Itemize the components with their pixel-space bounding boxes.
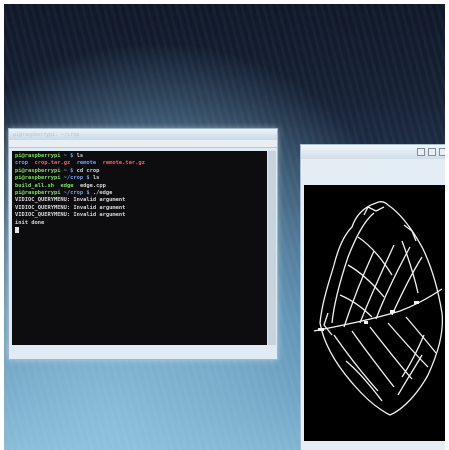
file-entry: remote.tar.gz: [102, 160, 145, 167]
leaf-outline: [319, 201, 444, 416]
terminal-title: pi@raspberrypi: ~/crop: [13, 131, 80, 138]
prompt-user: pi@raspberrypi: [15, 190, 61, 197]
file-entry: build_all.sh: [15, 182, 54, 189]
edge-fragment: [318, 328, 324, 331]
terminal-line: pi@raspberrypi ~ $ ls: [15, 153, 264, 160]
vein: [333, 334, 379, 392]
image-window[interactable]: [300, 144, 445, 450]
maximize-icon[interactable]: [428, 148, 436, 156]
terminal-menubar[interactable]: [9, 140, 277, 148]
terminal-line: pi@raspberrypi ~/crop $ ./edge: [15, 190, 264, 197]
file-entry: edge: [60, 182, 74, 189]
prompt-user: pi@raspberrypi: [15, 153, 61, 159]
terminal-output[interactable]: pi@raspberrypi ~ $ ls crop crop.tar.gz re…: [12, 151, 267, 345]
output-text: VIDIOC_QUERYMENU: Invalid argument: [15, 204, 126, 211]
terminal-window[interactable]: pi@raspberrypi: ~/crop pi@raspberrypi ~ …: [8, 128, 278, 360]
terminal-line: pi@raspberrypi ~/crop $ ls: [15, 175, 264, 182]
terminal-line: init done: [15, 220, 264, 227]
terminal-line: [15, 227, 264, 235]
output-text: init done: [15, 219, 45, 226]
prompt-user: pi@raspberrypi: [15, 175, 61, 182]
cursor-icon: [15, 227, 19, 234]
prompt-path: ~ $: [60, 167, 74, 174]
vein: [387, 322, 429, 368]
terminal-line: VIDIOC_QUERYMENU: Invalid argument: [15, 205, 264, 212]
terminal-line: pi@raspberrypi ~ $ cd crop: [15, 168, 264, 175]
output-text: VIDIOC_QUERYMENU: Invalid argument: [15, 212, 126, 219]
vein: [357, 236, 393, 276]
edge-fragment: [390, 310, 395, 313]
terminal-line: VIDIOC_QUERYMENU: Invalid argument: [15, 212, 264, 219]
file-entry: remote: [76, 160, 97, 167]
vein: [351, 330, 395, 388]
image-window-titlebar[interactable]: [301, 145, 445, 159]
edge-leaf-drawing: [313, 201, 444, 416]
vein: [391, 256, 423, 316]
terminal-titlebar[interactable]: pi@raspberrypi: ~/crop: [9, 129, 277, 140]
prompt-path: ~ $: [60, 153, 74, 159]
terminal-line: crop crop.tar.gz remote remote.tar.gz: [15, 160, 264, 167]
monitor-screen: pi@raspberrypi: ~/crop pi@raspberrypi ~ …: [4, 4, 445, 450]
terminal-scrollbar[interactable]: [268, 151, 276, 345]
edge-fragment: [364, 321, 368, 324]
vein: [323, 312, 333, 336]
minimize-icon[interactable]: [417, 148, 425, 156]
prompt-command: ls: [73, 153, 84, 159]
prompt-command: cd crop: [73, 167, 100, 174]
vein: [375, 246, 411, 320]
file-entry: edge.cpp: [79, 182, 106, 189]
edge-fragment: [414, 301, 419, 304]
vein: [343, 250, 375, 328]
output-text: VIDIOC_QUERYMENU: Invalid argument: [15, 197, 126, 204]
close-icon[interactable]: [439, 148, 445, 156]
prompt-user: pi@raspberrypi: [15, 167, 61, 174]
file-entry: crop.tar.gz: [34, 160, 71, 167]
terminal-line: VIDIOC_QUERYMENU: Invalid argument: [15, 197, 264, 204]
edge-image-canvas: [304, 185, 445, 441]
prompt-path: ~/crop $: [60, 190, 90, 197]
file-entry: crop: [15, 160, 28, 167]
prompt-command: ./edge: [89, 190, 113, 197]
terminal-line: build_all.sh edge edge.cpp: [15, 183, 264, 190]
prompt-path: ~/crop $: [60, 175, 90, 182]
prompt-command: ls: [89, 175, 100, 182]
